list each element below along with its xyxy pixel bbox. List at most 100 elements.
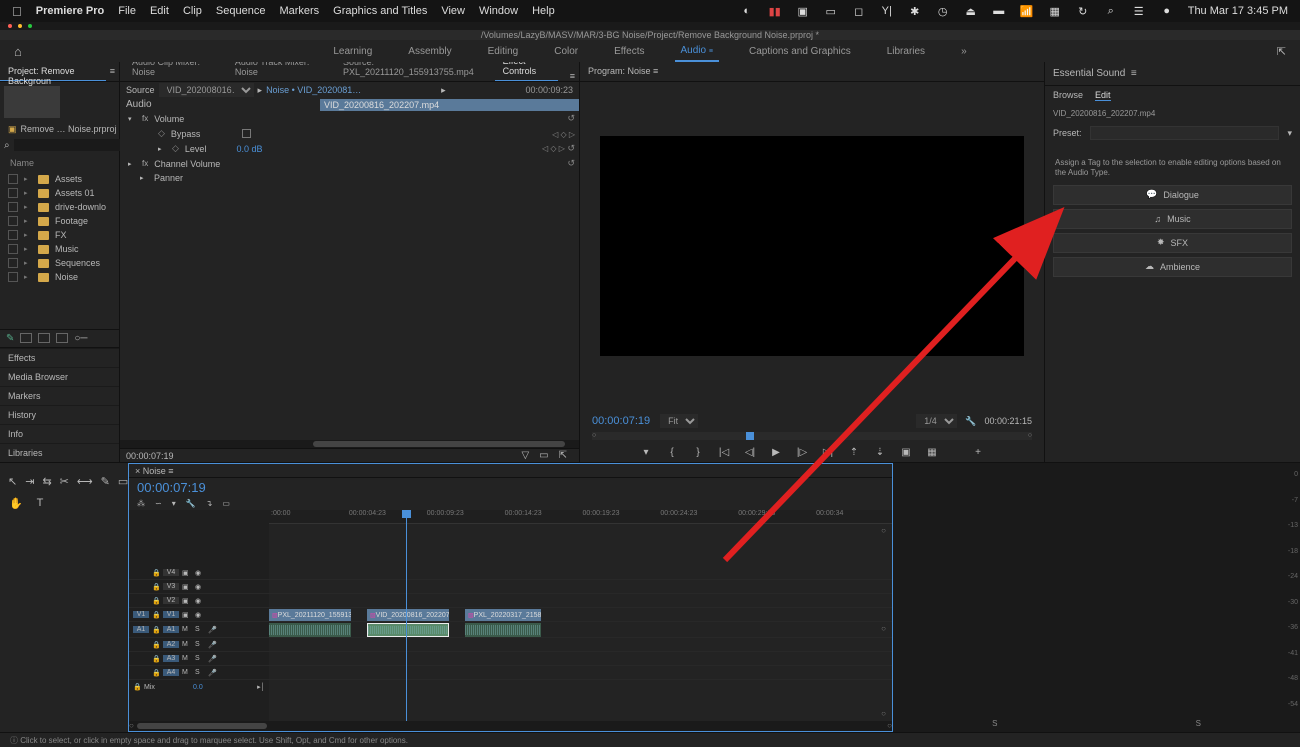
source-dropdown[interactable]: VID_202008016… bbox=[159, 83, 254, 97]
program-tc-left[interactable]: 00:00:07:19 bbox=[592, 415, 650, 427]
bypass-checkbox[interactable] bbox=[242, 129, 251, 138]
column-name-header[interactable]: Name bbox=[0, 154, 119, 172]
mute-icon[interactable]: M bbox=[182, 641, 192, 648]
ws-learning[interactable]: Learning bbox=[327, 42, 378, 61]
freeform-view-icon[interactable] bbox=[56, 333, 68, 343]
ws-captions[interactable]: Captions and Graphics bbox=[743, 42, 857, 61]
video-clip[interactable]: ▧ PXL_20211120_155913 bbox=[269, 609, 351, 621]
apple-logo-icon[interactable]:  bbox=[12, 4, 22, 19]
kf-bypass[interactable]: ◇ bbox=[158, 128, 165, 139]
track-target-a4[interactable]: A4 bbox=[163, 669, 179, 676]
track-a3[interactable] bbox=[269, 652, 892, 666]
meter-solo-left[interactable]: S bbox=[992, 719, 997, 728]
eye-icon[interactable]: ▣ bbox=[182, 569, 192, 577]
lock-icon[interactable]: 🔒 bbox=[152, 583, 160, 591]
slip-tool[interactable]: ⟷ bbox=[77, 473, 93, 489]
record-icon[interactable]: ▮▮ bbox=[768, 4, 782, 18]
export-frame-button[interactable]: ▣ bbox=[900, 446, 912, 458]
eye-icon[interactable]: ▣ bbox=[182, 611, 192, 619]
selection-tool[interactable]: ↖ bbox=[8, 473, 17, 489]
button-editor[interactable]: + bbox=[972, 446, 984, 458]
tl-link-icon[interactable]: ∽ bbox=[155, 499, 162, 508]
panel-tab-info[interactable]: Info bbox=[0, 424, 119, 443]
sort-icon[interactable]: ○─ bbox=[74, 333, 87, 344]
screen-icon[interactable]: ▭ bbox=[824, 4, 838, 18]
clip-icon[interactable]: ▭ bbox=[539, 450, 548, 461]
ws-overflow[interactable]: » bbox=[955, 42, 973, 61]
es-tag-dialogue[interactable]: 💬Dialogue bbox=[1053, 185, 1292, 205]
calendar-icon[interactable]: ▦ bbox=[1048, 4, 1062, 18]
track-target-a3[interactable]: A3 bbox=[163, 655, 179, 662]
sequence-link[interactable]: Noise • VID_2020081… bbox=[266, 85, 361, 95]
timeline-scrollbar[interactable]: ○○ bbox=[129, 721, 892, 731]
go-to-in-button[interactable]: |◁ bbox=[718, 446, 730, 458]
es-tag-music[interactable]: ♫Music bbox=[1053, 209, 1292, 229]
source-tab-menu[interactable]: ≡ bbox=[570, 71, 575, 81]
export-icon[interactable]: ⇱ bbox=[1277, 45, 1286, 58]
kf-level[interactable]: ◇ bbox=[172, 143, 179, 154]
timeline-tracks[interactable]: :00:0000:00:04:2300:00:09:2300:00:14:230… bbox=[269, 510, 892, 721]
menu-clip[interactable]: Clip bbox=[183, 5, 202, 17]
wifi-icon[interactable]: 📶 bbox=[1020, 4, 1034, 18]
type-tool[interactable]: T bbox=[32, 495, 48, 511]
yi-icon[interactable]: Y| bbox=[880, 4, 894, 18]
program-fit-select[interactable]: Fit bbox=[660, 414, 698, 428]
toggle-icon[interactable]: ◉ bbox=[195, 611, 205, 619]
src-chevron[interactable]: ▸ bbox=[258, 85, 263, 96]
fx-panner[interactable]: Panner bbox=[154, 173, 183, 183]
toggle-icon[interactable]: ◉ bbox=[195, 597, 205, 605]
battery-icon[interactable]: ▬ bbox=[992, 4, 1006, 18]
track-select-tool[interactable]: ⇥ bbox=[25, 473, 34, 489]
extract-button[interactable]: ⇣ bbox=[874, 446, 886, 458]
step-back-button[interactable]: ◁| bbox=[744, 446, 756, 458]
track-v2[interactable] bbox=[269, 594, 892, 608]
lock-icon[interactable]: 🔒 bbox=[152, 626, 160, 634]
project-tab-menu[interactable]: ≡ bbox=[106, 62, 119, 81]
project-search-input[interactable] bbox=[14, 139, 137, 151]
play-button[interactable]: ▶ bbox=[770, 446, 782, 458]
track-header-v3[interactable]: 🔒V3▣◉ bbox=[129, 580, 269, 594]
comparison-button[interactable]: ▦ bbox=[926, 446, 938, 458]
program-playhead[interactable] bbox=[746, 432, 754, 440]
audio-clip[interactable] bbox=[465, 623, 541, 637]
track-header-v1[interactable]: V1🔒V1▣◉ bbox=[129, 608, 269, 622]
solo-icon[interactable]: S bbox=[195, 641, 205, 648]
rectangle-tool[interactable]: ▭ bbox=[118, 473, 128, 489]
wrench-icon[interactable]: 🔧 bbox=[965, 416, 976, 427]
go-to-out-button[interactable]: ▷| bbox=[822, 446, 834, 458]
track-target-v1[interactable]: V1 bbox=[163, 611, 179, 618]
bin-item-music[interactable]: ▸Music bbox=[0, 242, 119, 256]
minimize-window-button[interactable] bbox=[18, 24, 22, 28]
voice-icon[interactable]: 🎤 bbox=[208, 641, 218, 649]
track-header-v4[interactable]: 🔒V4▣◉ bbox=[129, 566, 269, 580]
display-icon[interactable]: ◻ bbox=[852, 4, 866, 18]
track-header-a1[interactable]: A1🔒A1MS🎤 bbox=[129, 622, 269, 638]
track-v4[interactable] bbox=[269, 566, 892, 580]
lock-icon[interactable]: 🔒 bbox=[152, 597, 160, 605]
camera-icon[interactable]: ▣ bbox=[796, 4, 810, 18]
bin-item-drive-downlo[interactable]: ▸drive-downlo bbox=[0, 200, 119, 214]
effect-scrollbar[interactable] bbox=[120, 440, 579, 448]
search-icon[interactable]: ⌕ bbox=[1104, 4, 1118, 18]
track-header-a3[interactable]: 🔒A3MS🎤 bbox=[129, 652, 269, 666]
timeline-ruler[interactable]: :00:0000:00:04:2300:00:09:2300:00:14:230… bbox=[269, 510, 892, 524]
lock-icon[interactable]: 🔒 bbox=[152, 655, 160, 663]
es-preset-dropdown[interactable] bbox=[1090, 126, 1280, 140]
track-header-v2[interactable]: 🔒V2▣◉ bbox=[129, 594, 269, 608]
menu-sequence[interactable]: Sequence bbox=[216, 5, 266, 17]
src-patch-v1[interactable]: V1 bbox=[133, 611, 149, 618]
mark-out-button[interactable]: } bbox=[692, 446, 704, 458]
home-icon[interactable]: ⌂ bbox=[14, 44, 22, 59]
track-target-a1[interactable]: A1 bbox=[163, 626, 179, 633]
menu-view[interactable]: View bbox=[441, 5, 465, 17]
filter-icon[interactable]: ▽ bbox=[521, 450, 529, 461]
ws-effects[interactable]: Effects bbox=[608, 42, 650, 61]
close-window-button[interactable] bbox=[8, 24, 12, 28]
panel-tab-history[interactable]: History bbox=[0, 405, 119, 424]
clock-icon[interactable]: ◷ bbox=[936, 4, 950, 18]
program-scrubber[interactable]: ○ ○ bbox=[592, 432, 1032, 440]
mark-in-button[interactable]: { bbox=[666, 446, 678, 458]
track-target-a2[interactable]: A2 bbox=[163, 641, 179, 648]
tl-close[interactable]: × bbox=[135, 466, 140, 476]
es-tag-sfx[interactable]: ✸SFX bbox=[1053, 233, 1292, 253]
